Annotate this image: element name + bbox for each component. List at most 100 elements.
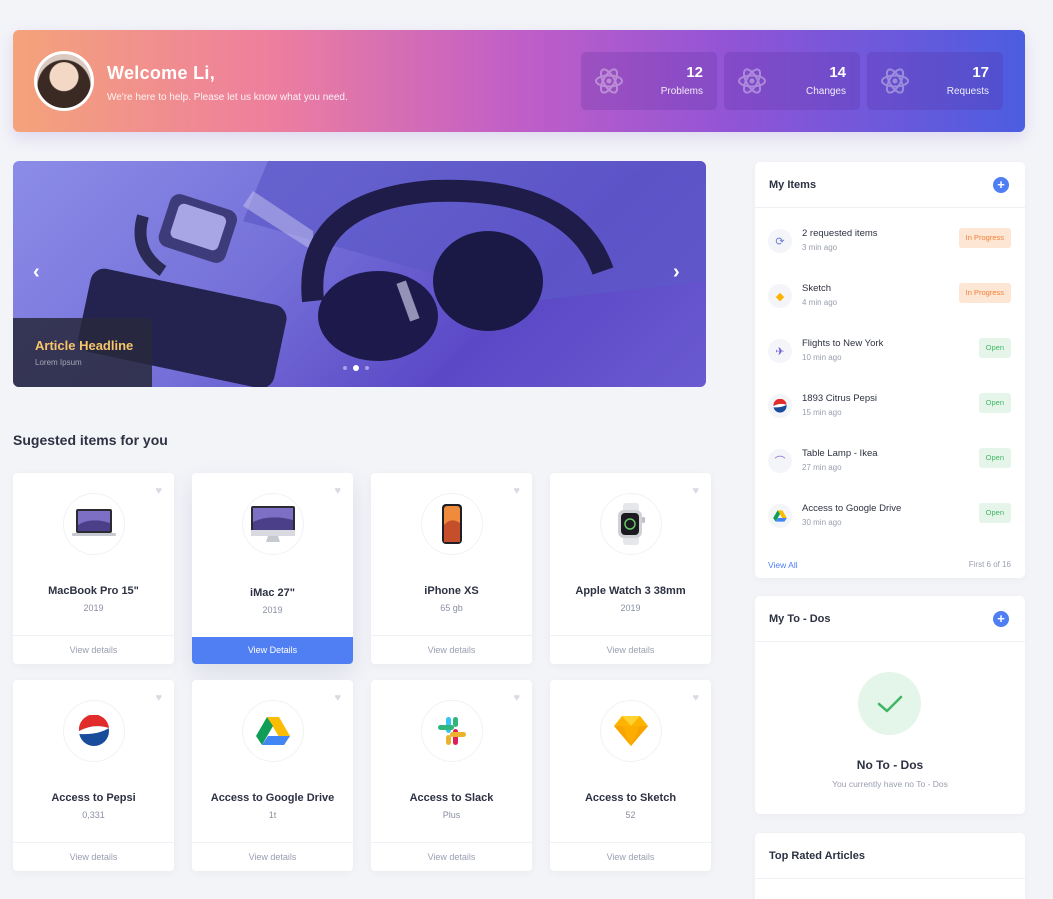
view-details-button[interactable]: View Details [192, 637, 353, 664]
article-subtitle: Lorem Ipsum [35, 358, 82, 367]
product-name: Access to Sketch [584, 792, 677, 804]
product-name: Access to Google Drive [210, 792, 335, 804]
heart-icon[interactable]: ♥ [334, 485, 341, 497]
view-details-button[interactable]: View details [550, 842, 711, 871]
panel-title: Top Rated Articles [769, 850, 865, 862]
view-details-button[interactable]: View details [192, 842, 353, 871]
article-overlay[interactable]: Article Headline Lorem Ipsum [13, 318, 152, 387]
carousel-dot[interactable] [365, 366, 369, 370]
list-item[interactable]: 1893 Citrus Pepsi 15 min ago Open [755, 380, 1025, 435]
product-card[interactable]: ♥ Apple Watch 3 38mm 2019 View details [550, 473, 711, 664]
product-card[interactable]: ♥ Access to Pepsi 0,331 View details [13, 680, 174, 871]
product-sub: 1t [268, 810, 277, 820]
add-todo-button[interactable]: + [993, 611, 1009, 627]
welcome-banner: Welcome Li, We're here to help. Please l… [13, 30, 1025, 132]
refresh-icon: ⟳ [768, 229, 792, 253]
product-card[interactable]: ♥ MacBook Pro 15" 2019 View details [13, 473, 174, 664]
sketch-icon [600, 700, 662, 762]
status-badge: Open [978, 393, 1011, 413]
item-time: 4 min ago [802, 298, 838, 307]
product-card[interactable]: ♥ iPhone XS 65 gb View details [371, 473, 532, 664]
stat-value: 12 [686, 64, 703, 81]
item-time: 27 min ago [802, 463, 842, 472]
heart-icon[interactable]: ♥ [692, 692, 699, 704]
carousel-dot[interactable] [343, 366, 347, 370]
heart-icon[interactable]: ♥ [155, 692, 162, 704]
product-name: iPhone XS [424, 585, 479, 597]
product-card[interactable]: ♥ Access to Slack Plus View details [371, 680, 532, 871]
list-item[interactable]: Access to Google Drive 30 min ago Open [755, 490, 1025, 545]
product-sub: Plus [442, 810, 461, 820]
product-sub: 0,331 [82, 810, 105, 820]
product-card[interactable]: ♥ iMac 27" 2019 View Details [192, 473, 353, 664]
empty-title: No To - Dos [856, 758, 924, 772]
stat-value: 17 [972, 64, 989, 81]
product-sub: 52 [625, 810, 636, 820]
add-item-button[interactable]: + [993, 177, 1009, 193]
chevron-right-icon[interactable]: › [673, 261, 680, 284]
status-badge: Open [978, 503, 1011, 523]
sketch-icon: ◆ [768, 284, 792, 308]
google-drive-icon [242, 700, 304, 762]
heart-icon[interactable]: ♥ [692, 485, 699, 497]
atom-icon [595, 68, 623, 94]
atom-icon [881, 68, 909, 94]
slack-icon [421, 700, 483, 762]
list-item[interactable]: ✈ Flights to New York 10 min ago Open [755, 325, 1025, 380]
item-time: 10 min ago [802, 353, 842, 362]
my-items-panel: My Items + ⟳ 2 requested items 3 min ago… [755, 162, 1025, 578]
product-sub: 2019 [83, 603, 104, 613]
welcome-subtitle: We're here to help. Please let us know w… [107, 92, 348, 103]
empty-subtitle: You currently have no To - Dos [832, 779, 948, 789]
atom-icon [738, 68, 766, 94]
stat-changes[interactable]: 14 Changes [724, 52, 860, 110]
view-details-button[interactable]: View details [371, 635, 532, 664]
heart-icon[interactable]: ♥ [513, 692, 520, 704]
product-name: MacBook Pro 15" [48, 585, 139, 597]
stat-requests[interactable]: 17 Requests [867, 52, 1003, 110]
panel-title: My Items [769, 179, 817, 191]
heart-icon[interactable]: ♥ [334, 692, 341, 704]
product-card[interactable]: ♥ Access to Sketch 52 View details [550, 680, 711, 871]
avatar[interactable] [34, 51, 94, 111]
todos-panel: My To - Dos + No To - Dos You currently … [755, 596, 1025, 814]
list-item[interactable]: ◆ Sketch 4 min ago In Progress [755, 270, 1025, 325]
status-badge: Open [978, 448, 1011, 468]
view-all-link[interactable]: View All [768, 560, 798, 570]
heart-icon[interactable]: ♥ [155, 485, 162, 497]
stat-label: Changes [805, 86, 846, 97]
google-drive-icon [768, 504, 792, 528]
pepsi-icon [63, 700, 125, 762]
status-badge: In Progress [958, 283, 1011, 303]
item-title: 1893 Citrus Pepsi [802, 393, 877, 404]
watch-icon [600, 493, 662, 555]
plane-icon: ✈ [768, 339, 792, 363]
stat-value: 14 [829, 64, 846, 81]
view-details-button[interactable]: View details [13, 842, 174, 871]
product-card[interactable]: ♥ Access to Google Drive 1t View details [192, 680, 353, 871]
hero-carousel[interactable]: ‹ › Article Headline Lorem Ipsum [13, 161, 706, 387]
product-name: Access to Pepsi [51, 792, 136, 804]
welcome-title: Welcome Li, [107, 63, 215, 83]
stat-problems[interactable]: 12 Problems [581, 52, 717, 110]
view-details-button[interactable]: View details [13, 635, 174, 664]
status-badge: In Progress [958, 228, 1011, 248]
heart-icon[interactable]: ♥ [513, 485, 520, 497]
view-details-button[interactable]: View details [550, 635, 711, 664]
view-details-button[interactable]: View details [371, 842, 532, 871]
item-title: Flights to New York [802, 338, 884, 349]
chevron-left-icon[interactable]: ‹ [33, 261, 40, 284]
product-name: iMac 27" [250, 587, 295, 599]
status-badge: Open [978, 338, 1011, 358]
list-item[interactable]: ⌒ Table Lamp - Ikea 27 min ago Open [755, 435, 1025, 490]
pepsi-icon [768, 394, 792, 418]
product-sub: 65 gb [440, 603, 463, 613]
carousel-dot-active[interactable] [353, 365, 359, 371]
item-title: Table Lamp - Ikea [802, 448, 878, 459]
stat-label: Problems [660, 86, 703, 97]
list-item[interactable]: ⟳ 2 requested items 3 min ago In Progres… [755, 215, 1025, 270]
paging-text: First 6 of 16 [968, 560, 1011, 569]
panel-title: My To - Dos [769, 613, 831, 625]
product-sub: 2019 [262, 605, 283, 615]
item-title: Sketch [802, 283, 832, 294]
